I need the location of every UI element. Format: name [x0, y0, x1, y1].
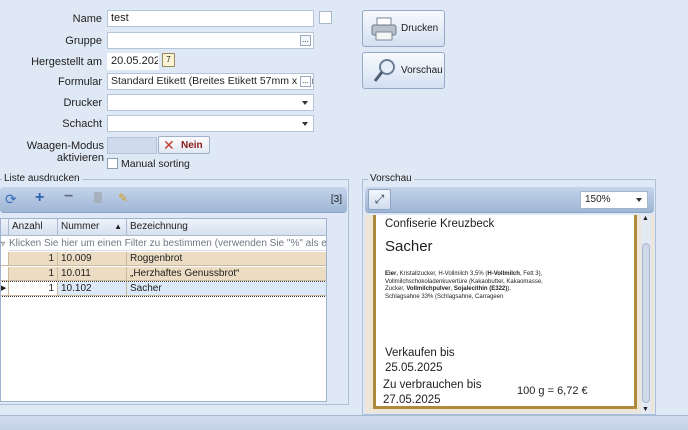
cell-nummer[interactable]: 10.102	[58, 282, 127, 296]
record-count: [3]	[330, 194, 342, 205]
grid-indicator-header	[1, 219, 9, 236]
drucker-label: Drucker	[63, 97, 102, 109]
cell-bezeichnung[interactable]: Sacher	[127, 282, 326, 296]
label-company: Confiserie Kreuzbeck	[385, 218, 495, 230]
waagen-label: Waagen-Modus aktivieren	[26, 140, 104, 164]
zoom-select[interactable]: 150%	[580, 191, 648, 209]
cell-anzahl[interactable]: 1	[9, 252, 58, 266]
row-indicator	[1, 267, 9, 281]
chevron-down-icon	[302, 122, 308, 126]
cell-nummer[interactable]: 10.011	[58, 267, 127, 281]
label-price: 100 g = 6,72 €	[517, 385, 588, 397]
sort-ascending-icon: ▲	[114, 222, 122, 231]
drucken-label: Drucken	[401, 23, 439, 34]
hergestellt-date-field[interactable]: 20.05.2025	[107, 53, 159, 70]
cell-bezeichnung[interactable]: Roggenbrot	[127, 252, 326, 266]
chevron-down-icon	[302, 101, 308, 105]
filter-row[interactable]: Klicken Sie hier um einen Filter zu best…	[9, 237, 326, 251]
remove-icon[interactable]: −	[64, 188, 73, 206]
cell-anzahl[interactable]: 1	[9, 282, 58, 296]
name-color-swatch[interactable]	[319, 11, 332, 24]
vorschau-title: Vorschau	[368, 173, 414, 184]
column-header-anzahl[interactable]: Anzahl	[9, 219, 58, 236]
liste-title: Liste ausdrucken	[2, 173, 82, 184]
scroll-up-icon[interactable]: ▲	[642, 215, 649, 222]
gruppe-browse-button[interactable]: ...	[300, 35, 311, 46]
brush-icon[interactable]: ✎	[118, 191, 128, 205]
table-row[interactable]: 1 10.011 „Herzhaftes Genussbrot“	[1, 267, 326, 281]
formular-browse-button[interactable]: ...	[300, 76, 311, 87]
nein-label: Nein	[181, 140, 203, 151]
ingredient-text: , Kristallzucker, H-Vollmilch 3,5% (	[396, 271, 488, 277]
fit-page-icon[interactable]: ⤢	[368, 189, 391, 210]
formular-value: Standard Etikett (Breites Etikett 57mm x…	[111, 75, 314, 87]
liste-toolbar: ⟳ + − ✎ [3]	[0, 187, 347, 213]
cell-bezeichnung[interactable]: „Herzhaftes Genussbrot“	[127, 267, 326, 281]
hergestellt-label: Hergestellt am	[31, 56, 102, 68]
nein-toggle-button[interactable]: ✕ Nein	[158, 136, 210, 154]
ingredient-text: Eier	[385, 271, 397, 277]
table-row[interactable]: ▶ 1 10.102 Sacher	[1, 281, 326, 297]
ingredient-text: H-Vollmilch	[487, 271, 520, 277]
label-preview: Confiserie Kreuzbeck Sacher Eier, Krista…	[373, 215, 637, 409]
ingredient-text: Sojalecithin (E322)	[453, 286, 508, 293]
gruppe-label: Gruppe	[65, 35, 102, 47]
label-use-by-date: 27.05.2025	[383, 394, 441, 406]
label-sell-by-date: 25.05.2025	[385, 362, 443, 374]
manual-sorting-checkbox[interactable]	[107, 158, 118, 169]
name-label: Name	[72, 13, 102, 25]
label-sell-by-label: Verkaufen bis	[385, 347, 455, 359]
printer-icon	[371, 17, 397, 41]
formular-label: Formular	[57, 76, 102, 88]
current-row-indicator: ▶	[1, 282, 9, 296]
schacht-label: Schacht	[62, 118, 102, 130]
waagen-value-field	[107, 137, 157, 154]
add-icon[interactable]: +	[35, 189, 44, 207]
label-use-by-label: Zu verbrauchen bis	[383, 379, 482, 391]
status-bar	[0, 415, 688, 430]
vorschau-button[interactable]: Vorschau	[362, 52, 445, 89]
zoom-value: 150%	[585, 194, 611, 205]
vorschau-toolbar: ⤢ 150%	[365, 187, 654, 213]
close-icon: ✕	[163, 137, 175, 153]
table-row[interactable]: 1 10.009 Roggenbrot	[1, 252, 326, 266]
preview-scrollbar[interactable]: ▲ ▼	[641, 215, 651, 413]
scroll-thumb[interactable]	[642, 243, 650, 403]
label-ingredients: Eier, Kristallzucker, H-Vollmilch 3,5% (…	[385, 271, 545, 301]
calendar-icon[interactable]: 7	[162, 53, 175, 67]
filter-icon: ▿	[1, 239, 6, 248]
manual-sorting-label: Manual sorting	[121, 158, 190, 170]
refresh-icon[interactable]: ⟳	[5, 191, 17, 208]
label-product: Sacher	[385, 238, 433, 255]
delete-icon[interactable]	[94, 192, 102, 203]
chevron-down-icon	[636, 198, 642, 202]
drucken-button[interactable]: Drucken	[362, 10, 445, 47]
scroll-down-icon[interactable]: ▼	[642, 406, 649, 413]
row-indicator	[1, 252, 9, 266]
gruppe-field[interactable]: ...	[107, 32, 314, 49]
preview-canvas: Confiserie Kreuzbeck Sacher Eier, Krista…	[365, 215, 654, 413]
vorschau-label: Vorschau	[401, 65, 443, 76]
schacht-select[interactable]	[107, 115, 314, 132]
nummer-header-label: Nummer	[61, 221, 100, 232]
liste-grid[interactable]: Anzahl Nummer ▲ Bezeichnung ▿ Klicken Si…	[0, 218, 327, 402]
ingredient-text: Vollmilchpulver	[406, 286, 451, 293]
drucker-select[interactable]	[107, 94, 314, 111]
cell-nummer[interactable]: 10.009	[58, 252, 127, 266]
cell-anzahl[interactable]: 1	[9, 267, 58, 281]
column-header-nummer[interactable]: Nummer ▲	[58, 219, 127, 236]
formular-field[interactable]: Standard Etikett (Breites Etikett 57mm x…	[107, 73, 314, 90]
magnifier-icon	[373, 59, 395, 82]
column-header-bezeichnung[interactable]: Bezeichnung	[127, 219, 326, 236]
name-field[interactable]: test	[107, 10, 314, 27]
